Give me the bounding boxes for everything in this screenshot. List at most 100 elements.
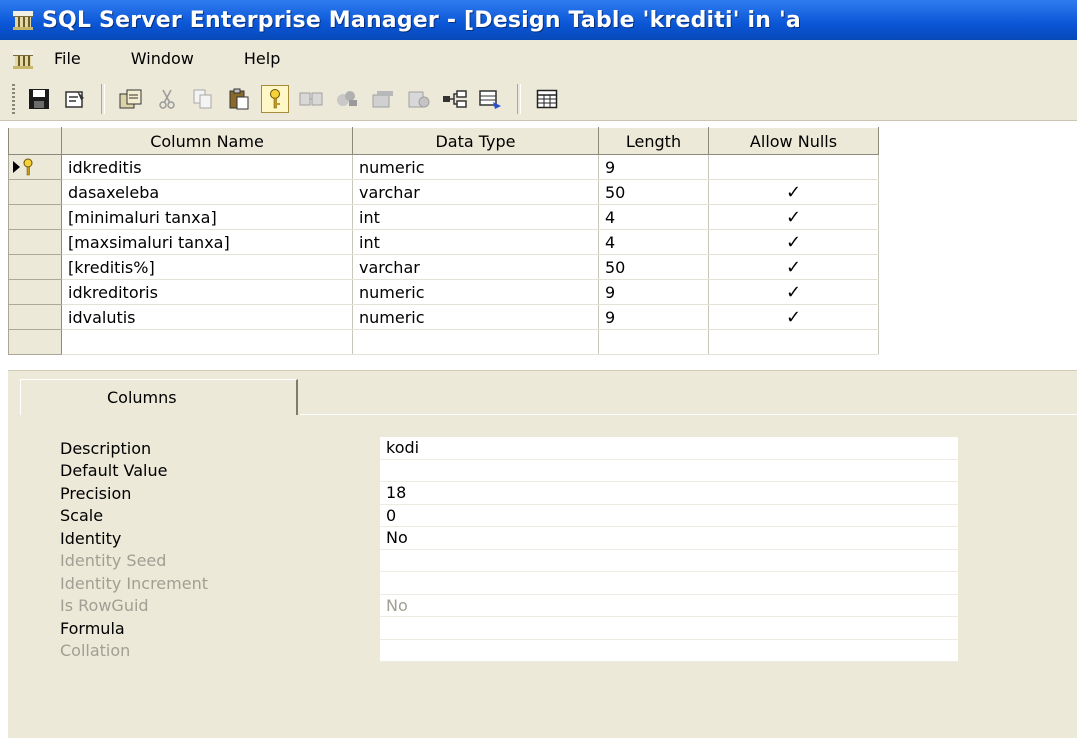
cell-allow-nulls[interactable]: ✓ <box>708 279 879 305</box>
cell-length[interactable] <box>598 329 709 355</box>
table-row[interactable]: idkreditis numeric 9 <box>8 154 879 180</box>
cell-data-type[interactable]: int <box>352 229 599 255</box>
cell-length[interactable]: 50 <box>598 254 709 280</box>
cell-length[interactable]: 9 <box>598 279 709 305</box>
properties-button[interactable] <box>61 85 89 113</box>
property-row: Collation <box>60 639 958 662</box>
toolbar-grip[interactable] <box>12 83 15 114</box>
menu-window[interactable]: Window <box>127 47 198 70</box>
indexes-keys-icon <box>337 90 357 106</box>
identity-field[interactable]: No <box>380 527 958 550</box>
cell-data-type[interactable]: numeric <box>352 154 599 180</box>
indexes-keys-button[interactable] <box>333 85 361 113</box>
is-rowguid-field: No <box>380 594 958 617</box>
row-selector[interactable] <box>8 329 62 355</box>
select-all-corner[interactable] <box>8 127 62 155</box>
cell-data-type[interactable]: numeric <box>352 279 599 305</box>
cell-data-type[interactable]: varchar <box>352 179 599 205</box>
title-bar[interactable]: SQL Server Enterprise Manager - [Design … <box>0 0 1077 40</box>
collation-field <box>380 639 958 662</box>
cell-length[interactable]: 4 <box>598 204 709 230</box>
dependencies-button[interactable] <box>441 85 469 113</box>
cell-length[interactable]: 50 <box>598 179 709 205</box>
property-label: Precision <box>60 483 132 503</box>
cell-allow-nulls[interactable] <box>708 329 879 355</box>
cell-data-type[interactable] <box>352 329 599 355</box>
properties-icon <box>65 90 84 108</box>
cell-length[interactable]: 9 <box>598 154 709 180</box>
relationships-button[interactable] <box>297 85 325 113</box>
property-row: Identity Increment <box>60 572 958 595</box>
tab-columns[interactable]: Columns <box>20 379 298 415</box>
menu-file[interactable]: File <box>50 47 85 70</box>
triggers-icon <box>408 91 430 107</box>
constraints-icon <box>372 90 393 107</box>
triggers-button[interactable] <box>405 85 433 113</box>
identity-seed-field <box>380 549 958 572</box>
header-column-name[interactable]: Column Name <box>61 127 353 155</box>
column-properties-panel: Columns Description kodi Default Value P… <box>8 370 1077 738</box>
cell-allow-nulls[interactable]: ✓ <box>708 179 879 205</box>
cell-column-name[interactable]: [minimaluri tanxa] <box>61 204 353 230</box>
description-field[interactable]: kodi <box>380 437 958 460</box>
menu-help[interactable]: Help <box>240 47 284 70</box>
table-row[interactable] <box>8 329 879 355</box>
row-selector[interactable] <box>8 229 62 255</box>
table-row[interactable]: [minimaluri tanxa] int 4 ✓ <box>8 204 879 230</box>
property-label: Description <box>60 438 152 458</box>
scale-field[interactable]: 0 <box>380 504 958 527</box>
header-length[interactable]: Length <box>598 127 709 155</box>
table-row[interactable]: [kreditis%] varchar 50 ✓ <box>8 254 879 280</box>
primary-key-icon <box>23 158 33 176</box>
property-row: Identity Seed <box>60 549 958 572</box>
table-row[interactable]: idkreditoris numeric 9 ✓ <box>8 279 879 305</box>
cut-button[interactable] <box>153 85 181 113</box>
paste-icon <box>229 88 249 109</box>
document-icon[interactable] <box>12 48 34 70</box>
toolbar-separator <box>101 83 105 114</box>
copy-button[interactable] <box>189 85 217 113</box>
row-selector[interactable] <box>8 154 62 180</box>
cell-allow-nulls[interactable]: ✓ <box>708 229 879 255</box>
row-selector[interactable] <box>8 179 62 205</box>
header-data-type[interactable]: Data Type <box>352 127 599 155</box>
cell-column-name[interactable]: idkreditoris <box>61 279 353 305</box>
row-selector[interactable] <box>8 304 62 330</box>
header-allow-nulls[interactable]: Allow Nulls <box>708 127 879 155</box>
cell-data-type[interactable]: varchar <box>352 254 599 280</box>
property-row: Scale 0 <box>60 504 958 527</box>
cell-column-name[interactable]: [maxsimaluri tanxa] <box>61 229 353 255</box>
cell-column-name[interactable]: idkreditis <box>61 154 353 180</box>
cell-column-name[interactable]: [kreditis%] <box>61 254 353 280</box>
table-row[interactable]: dasaxeleba varchar 50 ✓ <box>8 179 879 205</box>
generate-script-button[interactable] <box>117 85 145 113</box>
checkmark-icon: ✓ <box>785 231 802 253</box>
default-value-field[interactable] <box>380 459 958 482</box>
property-row: Formula <box>60 617 958 640</box>
cell-allow-nulls[interactable] <box>708 154 879 180</box>
paste-button[interactable] <box>225 85 253 113</box>
cell-allow-nulls[interactable]: ✓ <box>708 304 879 330</box>
insert-column-button[interactable] <box>477 85 505 113</box>
row-selector[interactable] <box>8 204 62 230</box>
row-selector[interactable] <box>8 254 62 280</box>
table-row[interactable]: idvalutis numeric 9 ✓ <box>8 304 879 330</box>
constraints-button[interactable] <box>369 85 397 113</box>
primary-key-button[interactable] <box>261 84 289 113</box>
cell-length[interactable]: 9 <box>598 304 709 330</box>
row-selector[interactable] <box>8 279 62 305</box>
cell-allow-nulls[interactable]: ✓ <box>708 254 879 280</box>
cell-data-type[interactable]: int <box>352 204 599 230</box>
cell-data-type[interactable]: numeric <box>352 304 599 330</box>
cell-allow-nulls[interactable]: ✓ <box>708 204 879 230</box>
cell-column-name[interactable]: idvalutis <box>61 304 353 330</box>
formula-field[interactable] <box>380 617 958 640</box>
tab-strip: Columns <box>8 371 1077 415</box>
cell-length[interactable]: 4 <box>598 229 709 255</box>
cell-column-name[interactable] <box>61 329 353 355</box>
cell-column-name[interactable]: dasaxeleba <box>61 179 353 205</box>
save-button[interactable] <box>25 85 53 113</box>
table-view-button[interactable] <box>533 85 561 113</box>
table-row[interactable]: [maxsimaluri tanxa] int 4 ✓ <box>8 229 879 255</box>
precision-field[interactable]: 18 <box>380 482 958 505</box>
